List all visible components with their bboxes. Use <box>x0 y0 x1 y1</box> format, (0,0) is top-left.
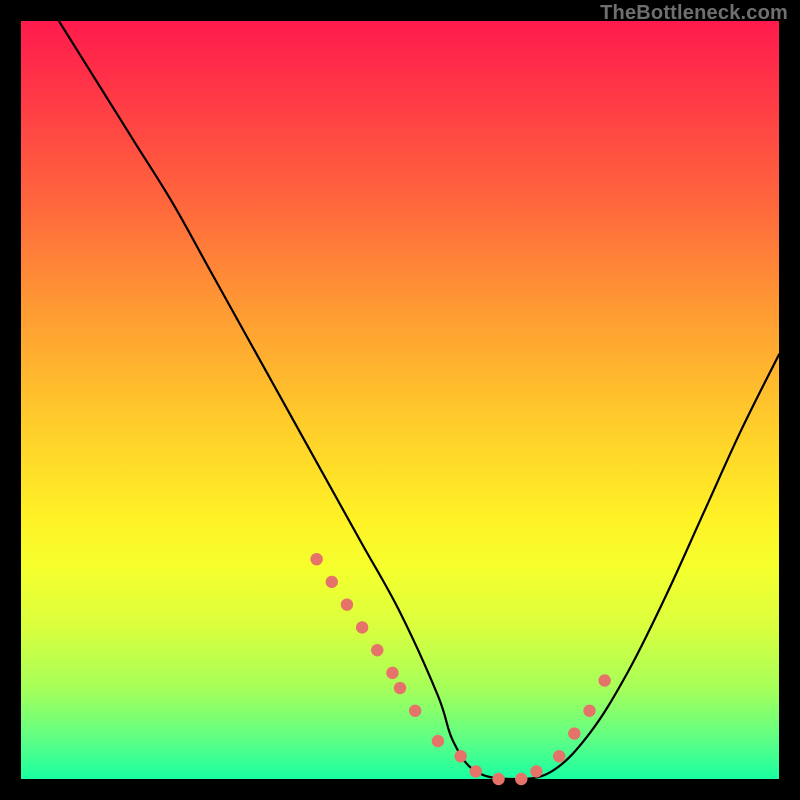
highlight-dot <box>568 727 580 739</box>
highlight-dot <box>341 598 353 610</box>
highlight-dot <box>409 705 421 717</box>
plot-area <box>21 21 779 779</box>
highlight-dot <box>492 773 504 785</box>
highlight-dot <box>432 735 444 747</box>
curve-layer <box>21 21 779 779</box>
highlight-dot <box>394 682 406 694</box>
highlight-dot <box>326 576 338 588</box>
highlight-dot <box>454 750 466 762</box>
highlight-dot <box>553 750 565 762</box>
bottleneck-curve-path <box>59 21 779 779</box>
highlight-dot <box>470 765 482 777</box>
highlight-dot <box>371 644 383 656</box>
highlight-dot <box>598 674 610 686</box>
highlight-dot <box>583 705 595 717</box>
highlight-dot <box>515 773 527 785</box>
highlight-dot <box>386 667 398 679</box>
chart-frame: TheBottleneck.com <box>0 0 800 800</box>
highlight-dot <box>530 765 542 777</box>
highlight-dot <box>310 553 322 565</box>
highlight-dots <box>310 553 610 785</box>
bottleneck-curve <box>59 21 779 779</box>
highlight-dot <box>356 621 368 633</box>
